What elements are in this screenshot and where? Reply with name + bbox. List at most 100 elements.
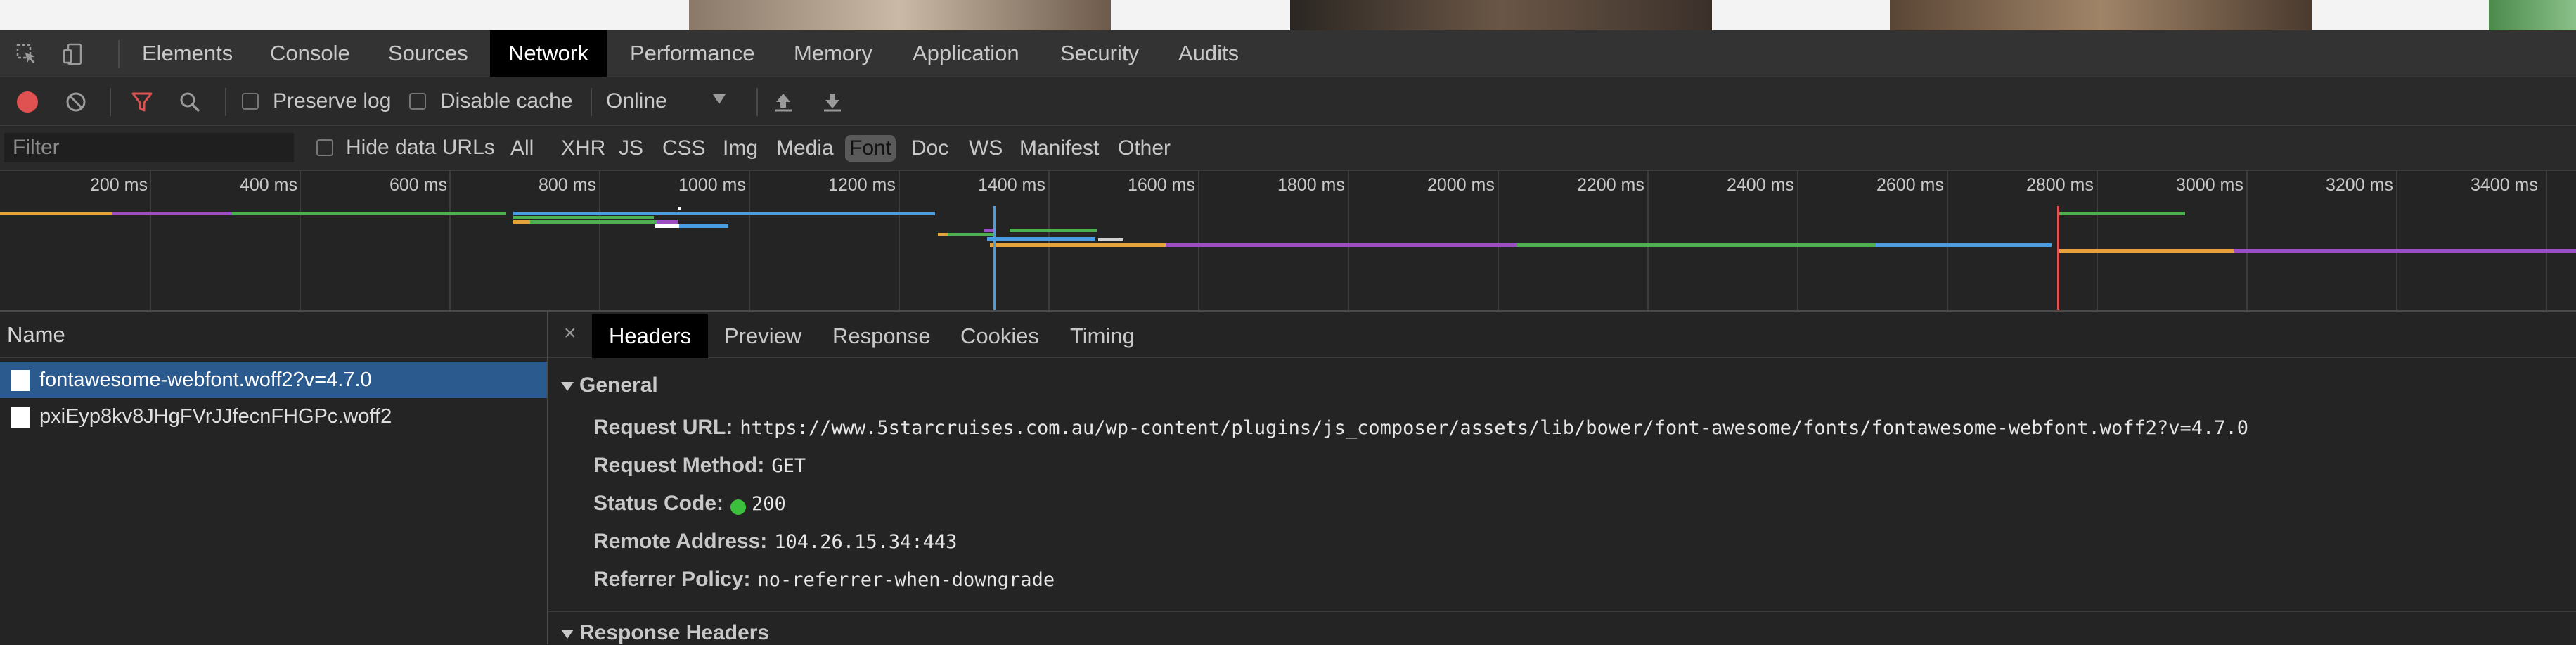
tab-preview[interactable]: Preview bbox=[707, 314, 818, 358]
request-details-panel: × Headers Preview Response Cookies Timin… bbox=[548, 312, 2576, 644]
filter-type-manifest[interactable]: Manifest bbox=[1015, 135, 1103, 162]
general-section-title: General bbox=[579, 373, 658, 397]
timeline-tick-label: 2400 ms bbox=[1727, 175, 1794, 195]
network-overview-timeline[interactable]: 200 ms 400 ms 600 ms 800 ms 1000 ms 1200… bbox=[0, 171, 2576, 312]
page-image-1 bbox=[689, 0, 1111, 30]
response-headers-section-header[interactable]: Response Headers bbox=[561, 621, 769, 645]
waterfall-bar bbox=[1876, 243, 2052, 247]
filter-type-xhr[interactable]: XHR bbox=[557, 135, 610, 162]
tab-performance[interactable]: Performance bbox=[612, 30, 773, 77]
filter-icon[interactable] bbox=[131, 91, 153, 113]
device-toolbar-icon[interactable] bbox=[62, 43, 84, 65]
waterfall-bar bbox=[513, 212, 935, 215]
preserve-log-label: Preserve log bbox=[273, 89, 392, 113]
status-code-row: Status Code: 200 bbox=[593, 492, 786, 516]
timeline-tick-label: 3200 ms bbox=[2326, 175, 2393, 195]
import-har-icon[interactable] bbox=[772, 91, 794, 113]
triangle-down-icon bbox=[561, 381, 574, 391]
throttle-select[interactable]: Online bbox=[606, 89, 667, 113]
webpage-background bbox=[0, 0, 2576, 30]
status-code-value: 200 bbox=[752, 493, 786, 515]
filter-type-doc[interactable]: Doc bbox=[907, 135, 953, 162]
timeline-gridline bbox=[1498, 171, 1499, 310]
tab-audits[interactable]: Audits bbox=[1160, 30, 1257, 77]
timeline-gridline bbox=[150, 171, 151, 310]
preserve-log-checkbox[interactable] bbox=[242, 93, 259, 110]
tab-elements[interactable]: Elements bbox=[124, 30, 251, 77]
page-image-2 bbox=[1290, 0, 1712, 30]
filter-type-js[interactable]: JS bbox=[614, 135, 648, 162]
waterfall-bar bbox=[657, 220, 678, 224]
close-icon[interactable]: × bbox=[564, 321, 577, 345]
waterfall-bar bbox=[530, 220, 657, 224]
chevron-down-icon[interactable] bbox=[713, 94, 726, 104]
general-section-header[interactable]: General bbox=[561, 373, 658, 397]
inspect-element-icon[interactable] bbox=[15, 43, 38, 65]
timeline-gridline bbox=[1348, 171, 1349, 310]
filter-type-ws[interactable]: WS bbox=[965, 135, 1007, 162]
page-image-3 bbox=[1890, 0, 2312, 30]
tab-memory[interactable]: Memory bbox=[775, 30, 891, 77]
filter-type-font[interactable]: Font bbox=[845, 135, 896, 162]
tab-timing[interactable]: Timing bbox=[1053, 314, 1152, 358]
filter-bar: Hide data URLs All XHR JS CSS Img Media … bbox=[0, 126, 2576, 171]
timeline-tick-label: 1000 ms bbox=[678, 175, 746, 195]
filter-type-all[interactable]: All bbox=[506, 135, 538, 162]
hide-data-urls-checkbox[interactable] bbox=[316, 139, 333, 156]
tab-console[interactable]: Console bbox=[252, 30, 368, 77]
waterfall-bar bbox=[1010, 229, 1097, 232]
details-tab-bar: × Headers Preview Response Cookies Timin… bbox=[548, 312, 2576, 358]
timeline-gridline bbox=[2246, 171, 2248, 310]
remote-address-key: Remote Address: bbox=[593, 530, 768, 553]
tab-response[interactable]: Response bbox=[816, 314, 948, 358]
search-icon[interactable] bbox=[179, 91, 201, 113]
request-row[interactable]: pxiEyp8kv8JHgFVrJJfecnFHGPc.woff2 bbox=[0, 398, 547, 435]
waterfall-bar bbox=[0, 212, 112, 215]
dom-content-loaded-marker bbox=[993, 206, 996, 310]
filter-input[interactable] bbox=[4, 133, 294, 162]
filter-type-img[interactable]: Img bbox=[719, 135, 762, 162]
tab-network[interactable]: Network bbox=[490, 30, 607, 77]
waterfall-bar bbox=[938, 233, 948, 236]
file-icon bbox=[11, 370, 30, 391]
filter-type-css[interactable]: CSS bbox=[658, 135, 710, 162]
tab-sources[interactable]: Sources bbox=[370, 30, 487, 77]
waterfall-bar bbox=[1517, 243, 1876, 247]
timeline-tick-label: 1400 ms bbox=[978, 175, 1045, 195]
toolbar-separator bbox=[110, 88, 111, 116]
disable-cache-checkbox[interactable] bbox=[409, 93, 426, 110]
timeline-tick-label: 3400 ms bbox=[2471, 175, 2538, 195]
load-event-marker bbox=[2057, 206, 2059, 310]
tab-security[interactable]: Security bbox=[1042, 30, 1157, 77]
hide-data-urls-label: Hide data URLs bbox=[346, 136, 495, 159]
waterfall-bar bbox=[655, 224, 679, 228]
name-column-header[interactable]: Name bbox=[0, 312, 547, 358]
timeline-gridline bbox=[300, 171, 301, 310]
waterfall-bar bbox=[1015, 237, 1095, 241]
request-method-value: GET bbox=[771, 455, 806, 477]
record-button[interactable] bbox=[17, 91, 38, 113]
tab-application[interactable]: Application bbox=[894, 30, 1038, 77]
tab-headers[interactable]: Headers bbox=[592, 314, 709, 358]
request-method-row: Request Method: GET bbox=[593, 454, 806, 478]
response-headers-title: Response Headers bbox=[579, 621, 770, 644]
referrer-policy-value: no-referrer-when-downgrade bbox=[757, 569, 1055, 591]
filter-type-other[interactable]: Other bbox=[1114, 135, 1175, 162]
timeline-gridline bbox=[749, 171, 750, 310]
filter-type-media[interactable]: Media bbox=[772, 135, 838, 162]
timeline-gridline bbox=[899, 171, 900, 310]
waterfall-bar bbox=[2059, 249, 2234, 253]
timeline-tick-label: 600 ms bbox=[389, 175, 447, 195]
waterfall-bar bbox=[232, 212, 506, 215]
timeline-gridline bbox=[1797, 171, 1798, 310]
remote-address-value: 104.26.15.34:443 bbox=[774, 531, 958, 553]
request-url-value: https://www.5starcruises.com.au/wp-conte… bbox=[740, 417, 2249, 439]
timeline-tick-label: 2800 ms bbox=[2026, 175, 2094, 195]
timeline-tick-label: 1200 ms bbox=[828, 175, 896, 195]
clear-icon[interactable] bbox=[65, 91, 87, 113]
timeline-gridline bbox=[1647, 171, 1649, 310]
request-row[interactable]: fontawesome-webfont.woff2?v=4.7.0 bbox=[0, 362, 547, 398]
export-har-icon[interactable] bbox=[821, 91, 844, 113]
waterfall-bar bbox=[679, 224, 728, 228]
tab-cookies[interactable]: Cookies bbox=[944, 314, 1056, 358]
